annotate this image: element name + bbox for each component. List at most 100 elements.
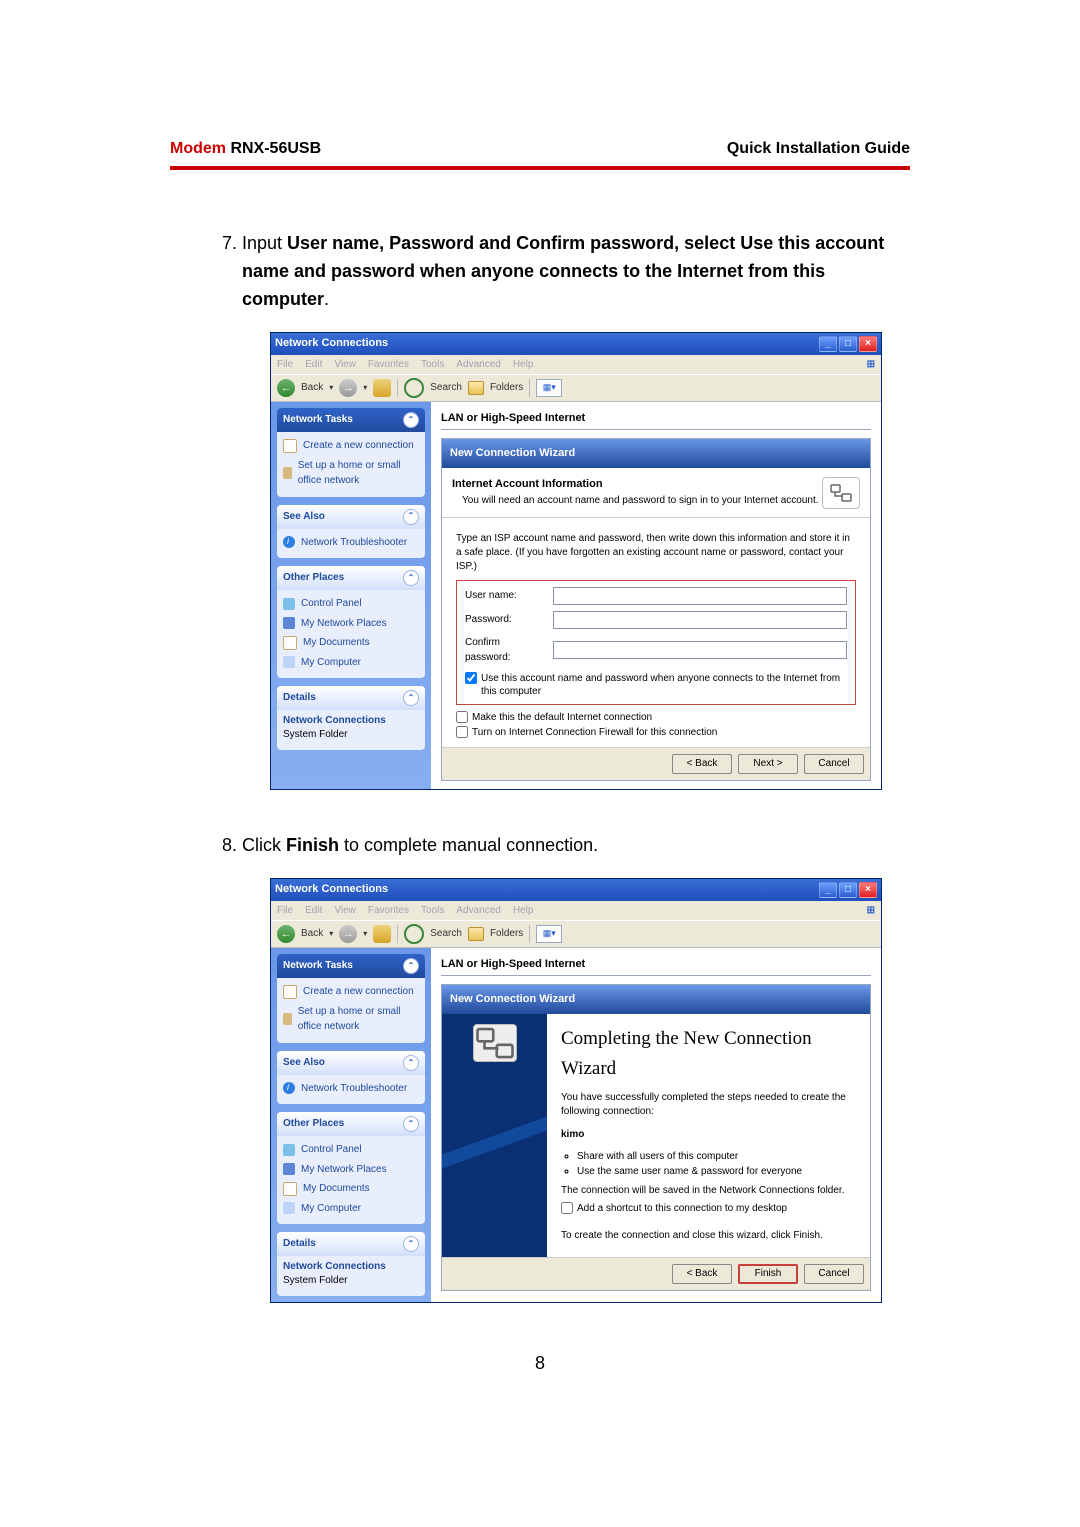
wizard-title: New Connection Wizard — [442, 985, 870, 1014]
collapse-icon[interactable]: ⌃ — [403, 1055, 419, 1071]
window-title: Network Connections — [275, 881, 388, 898]
back-icon[interactable]: ← — [277, 379, 295, 397]
network-places-icon — [283, 617, 295, 629]
menu-view[interactable]: View — [334, 357, 356, 373]
toolbar: ← Back ▾ → ▾ Search Folders ▦▾ — [271, 920, 881, 948]
wizard-title: New Connection Wizard — [442, 439, 870, 468]
bullet-same-user: Use the same user name & password for ev… — [577, 1164, 856, 1180]
link-control-panel[interactable]: Control Panel — [283, 1140, 419, 1160]
input-username[interactable] — [553, 587, 847, 605]
menu-bar[interactable]: File Edit View Favorites Tools Advanced … — [271, 355, 881, 375]
link-troubleshooter[interactable]: Network Troubleshooter — [283, 533, 419, 553]
wizard-step-subtitle: You will need an account name and passwo… — [452, 493, 819, 509]
maximize-button[interactable]: □ — [839, 336, 857, 352]
minimize-button[interactable]: _ — [819, 882, 837, 898]
menu-advanced[interactable]: Advanced — [456, 903, 500, 919]
collapse-icon[interactable]: ⌃ — [403, 690, 419, 706]
up-icon[interactable] — [373, 379, 391, 397]
new-connection-wizard-1: New Connection Wizard Internet Account I… — [441, 438, 871, 781]
menu-help[interactable]: Help — [513, 903, 534, 919]
back-icon[interactable]: ← — [277, 925, 295, 943]
search-icon[interactable] — [404, 378, 424, 398]
details-name: Network Connections — [283, 714, 419, 728]
checkbox-shortcut[interactable] — [561, 1202, 573, 1214]
folders-button[interactable]: Folders — [490, 380, 523, 396]
menu-file[interactable]: File — [277, 903, 293, 919]
panel-see-also: See Also⌃ Network Troubleshooter — [277, 505, 425, 559]
details-type: System Folder — [283, 728, 419, 742]
wizard-step-title: Internet Account Information — [452, 478, 603, 490]
titlebar[interactable]: Network Connections _ □ × — [271, 879, 881, 901]
link-my-documents[interactable]: My Documents — [283, 1179, 419, 1199]
checkbox-firewall[interactable] — [456, 726, 468, 738]
cancel-button[interactable]: Cancel — [804, 754, 864, 774]
menu-edit[interactable]: Edit — [305, 903, 322, 919]
collapse-icon[interactable]: ⌃ — [403, 570, 419, 586]
cancel-button[interactable]: Cancel — [804, 1264, 864, 1284]
menu-bar[interactable]: File Edit View Favorites Tools Advanced … — [271, 901, 881, 921]
bullet-share: Share with all users of this computer — [577, 1149, 856, 1165]
folders-icon[interactable] — [468, 381, 484, 395]
task-create-connection[interactable]: Create a new connection — [283, 436, 419, 456]
menu-view[interactable]: View — [334, 903, 356, 919]
folders-button[interactable]: Folders — [490, 926, 523, 942]
close-button[interactable]: × — [859, 336, 877, 352]
collapse-icon[interactable]: ⌃ — [403, 412, 419, 428]
link-my-computer[interactable]: My Computer — [283, 653, 419, 673]
task-setup-network[interactable]: Set up a home or small office network — [283, 456, 419, 491]
search-button[interactable]: Search — [430, 380, 462, 396]
forward-icon[interactable]: → — [339, 379, 357, 397]
next-button[interactable]: Next > — [738, 754, 798, 774]
collapse-icon[interactable]: ⌃ — [403, 1236, 419, 1252]
input-password[interactable] — [553, 611, 847, 629]
menu-favorites[interactable]: Favorites — [368, 903, 409, 919]
collapse-icon[interactable]: ⌃ — [403, 1116, 419, 1132]
menu-help[interactable]: Help — [513, 357, 534, 373]
menu-tools[interactable]: Tools — [421, 357, 444, 373]
link-control-panel[interactable]: Control Panel — [283, 594, 419, 614]
up-icon[interactable] — [373, 925, 391, 943]
help-icon — [283, 1082, 295, 1094]
minimize-button[interactable]: _ — [819, 336, 837, 352]
menu-advanced[interactable]: Advanced — [456, 357, 500, 373]
label-username: User name: — [465, 588, 545, 604]
folders-icon[interactable] — [468, 927, 484, 941]
back-button[interactable]: < Back — [672, 1264, 732, 1284]
finish-button[interactable]: Finish — [738, 1264, 798, 1284]
collapse-icon[interactable]: ⌃ — [403, 958, 419, 974]
views-button[interactable]: ▦▾ — [536, 379, 562, 397]
wizard-complete-p3: To create the connection and close this … — [561, 1229, 856, 1243]
forward-icon[interactable]: → — [339, 925, 357, 943]
close-button[interactable]: × — [859, 882, 877, 898]
menu-favorites[interactable]: Favorites — [368, 357, 409, 373]
windows-flag-icon: ⊞ — [867, 903, 875, 919]
maximize-button[interactable]: □ — [839, 882, 857, 898]
back-button[interactable]: < Back — [672, 754, 732, 774]
menu-file[interactable]: File — [277, 357, 293, 373]
my-computer-icon — [283, 656, 295, 668]
menu-tools[interactable]: Tools — [421, 903, 444, 919]
link-my-computer[interactable]: My Computer — [283, 1199, 419, 1219]
link-my-network-places[interactable]: My Network Places — [283, 614, 419, 634]
link-troubleshooter[interactable]: Network Troubleshooter — [283, 1079, 419, 1099]
collapse-icon[interactable]: ⌃ — [403, 509, 419, 525]
highlighted-form: User name: Password: Confirm password: U… — [456, 580, 856, 705]
search-button[interactable]: Search — [430, 926, 462, 942]
input-confirm-password[interactable] — [553, 641, 847, 659]
back-button[interactable]: Back — [301, 926, 323, 942]
link-my-network-places[interactable]: My Network Places — [283, 1160, 419, 1180]
link-my-documents[interactable]: My Documents — [283, 633, 419, 653]
task-setup-network[interactable]: Set up a home or small office network — [283, 1002, 419, 1037]
back-dropdown-icon[interactable]: ▾ — [329, 382, 333, 394]
checkbox-default-connection[interactable] — [456, 711, 468, 723]
back-button[interactable]: Back — [301, 380, 323, 396]
titlebar[interactable]: Network Connections _ □ × — [271, 333, 881, 355]
network-devices-icon — [473, 1024, 517, 1062]
menu-edit[interactable]: Edit — [305, 357, 322, 373]
views-button[interactable]: ▦▾ — [536, 925, 562, 943]
search-icon[interactable] — [404, 924, 424, 944]
task-create-connection[interactable]: Create a new connection — [283, 982, 419, 1002]
wizard-side-art — [442, 1014, 547, 1256]
checkbox-use-account[interactable] — [465, 672, 477, 684]
back-dropdown-icon[interactable]: ▾ — [329, 928, 333, 940]
